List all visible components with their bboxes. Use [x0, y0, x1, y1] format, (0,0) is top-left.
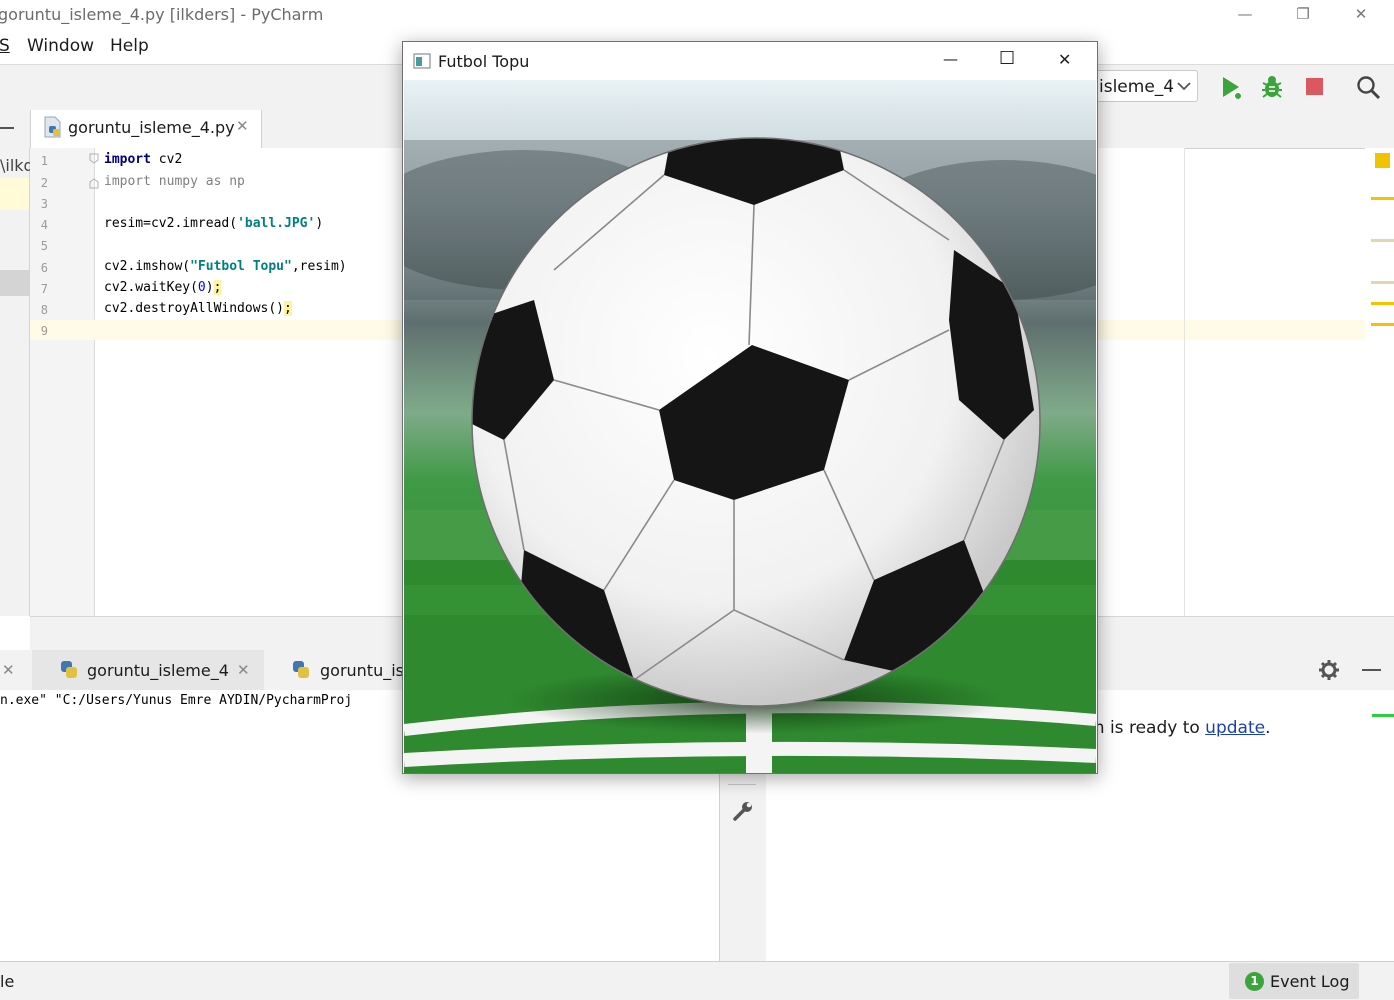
cv-close-icon[interactable]: ✕ [1058, 50, 1071, 69]
tab-close-icon[interactable]: ✕ [236, 117, 249, 135]
run-tab-goruntu-isleme-4[interactable]: goruntu_isleme_4 ✕ [32, 650, 264, 690]
line-number: 3 [40, 197, 48, 211]
gear-icon[interactable] [1318, 659, 1340, 681]
event-log-label: Event Log [1270, 972, 1350, 991]
run-tab-label: goruntu_isleme_4 [87, 661, 229, 680]
minimize-panel-icon[interactable] [1362, 669, 1381, 671]
status-text: le [0, 972, 15, 991]
wrench-icon[interactable] [732, 800, 754, 822]
opencv-window[interactable]: Futbol Topu — ☐ ✕ [402, 41, 1098, 774]
menu-help[interactable]: Help [110, 36, 149, 56]
toolbar-divider [728, 784, 756, 785]
update-link[interactable]: update [1205, 718, 1265, 738]
minimize-icon: — [1237, 5, 1253, 23]
project-name-fragment: \ilkd [0, 156, 34, 175]
warning-mark[interactable] [1371, 281, 1394, 284]
python-file-icon [44, 116, 61, 138]
code-line-1: import cv2 [104, 152, 183, 167]
run-tab-close-icon[interactable]: ✕ [237, 661, 250, 679]
hide-panel-icon[interactable] [0, 127, 14, 129]
close-icon: ✕ [1354, 5, 1368, 23]
restore-icon: ❐ [1296, 5, 1310, 23]
warning-mark[interactable] [1371, 323, 1394, 326]
warning-mark[interactable] [1371, 302, 1394, 305]
warning-indicator-icon[interactable] [1375, 153, 1390, 168]
minimize-button[interactable]: — [1216, 0, 1274, 30]
warning-mark[interactable] [1371, 239, 1394, 242]
event-log-button[interactable]: 1 Event Log [1229, 963, 1359, 999]
editor-tab-goruntu-isleme-4[interactable]: goruntu_isleme_4.py ✕ [30, 110, 262, 148]
line-number: 9 [40, 324, 48, 338]
close-button[interactable]: ✕ [1332, 0, 1390, 30]
soccer-ball-image [404, 80, 1096, 773]
line-number: 7 [40, 282, 48, 296]
debug-icon[interactable] [1259, 74, 1285, 100]
right-margin-guide [1184, 148, 1185, 616]
cv-minimize-icon[interactable]: — [943, 50, 958, 68]
soccer-ball-picture [404, 80, 1096, 773]
chevron-down-icon [1177, 82, 1191, 91]
run-tab-second[interactable]: goruntu_is [264, 650, 404, 690]
menu-vcs[interactable]: S [0, 36, 10, 56]
run-config-label: isleme_4 [1099, 77, 1175, 97]
opencv-title-bar[interactable]: Futbol Topu — ☐ ✕ [403, 42, 1097, 80]
line-number: 5 [40, 239, 48, 253]
code-line-8: cv2.destroyAllWindows(); [104, 301, 292, 316]
window-app-icon [413, 53, 431, 69]
run-icon[interactable] [1221, 76, 1243, 100]
editor-tab-label: goruntu_isleme_4.py [68, 118, 235, 137]
project-highlight [0, 178, 29, 210]
ide-window-title: goruntu_isleme_4.py [ilkders] - PyCharm [0, 5, 324, 24]
line-number: 1 [40, 154, 48, 168]
code-line-6: cv2.imshow("Futbol Topu",resim) [104, 259, 347, 274]
line-number: 8 [40, 303, 48, 317]
code-line-4: resim=cv2.imread('ball.JPG') [104, 216, 324, 231]
line-number: 4 [40, 218, 48, 232]
run-config-selector[interactable]: isleme_4 [1092, 70, 1198, 102]
update-notification: m is ready to update. [1088, 718, 1271, 738]
project-selected-row[interactable] [0, 270, 29, 296]
line-number: 2 [40, 176, 48, 190]
event-count-badge: 1 [1245, 972, 1264, 991]
menu-window[interactable]: Window [27, 36, 94, 56]
ide-title-bar: goruntu_isleme_4.py [ilkders] - PyCharm … [0, 0, 1394, 30]
fold-marker-icon[interactable] [88, 153, 100, 189]
code-line-7: cv2.waitKey(0); [104, 280, 222, 295]
error-stripe [1365, 148, 1394, 616]
project-strip: \ilkd [0, 148, 34, 616]
python-icon [293, 661, 309, 678]
line-number: 6 [40, 261, 48, 275]
console-command-line: n.exe" "C:/Users/Yunus Emre AYDIN/Pychar… [0, 693, 353, 708]
stop-icon[interactable] [1306, 78, 1323, 95]
warning-mark[interactable] [1371, 197, 1394, 200]
run-tab-label: goruntu_is [320, 661, 404, 680]
close-icon[interactable]: ✕ [2, 661, 15, 679]
search-icon[interactable] [1356, 75, 1382, 101]
code-line-2: import numpy as np [104, 174, 245, 189]
status-bar: le [0, 961, 1394, 1000]
cv-maximize-icon[interactable]: ☐ [999, 48, 1015, 69]
status-mark [1372, 714, 1394, 717]
restore-button[interactable]: ❐ [1274, 0, 1332, 30]
python-icon [61, 661, 77, 678]
opencv-window-title: Futbol Topu [438, 52, 530, 71]
